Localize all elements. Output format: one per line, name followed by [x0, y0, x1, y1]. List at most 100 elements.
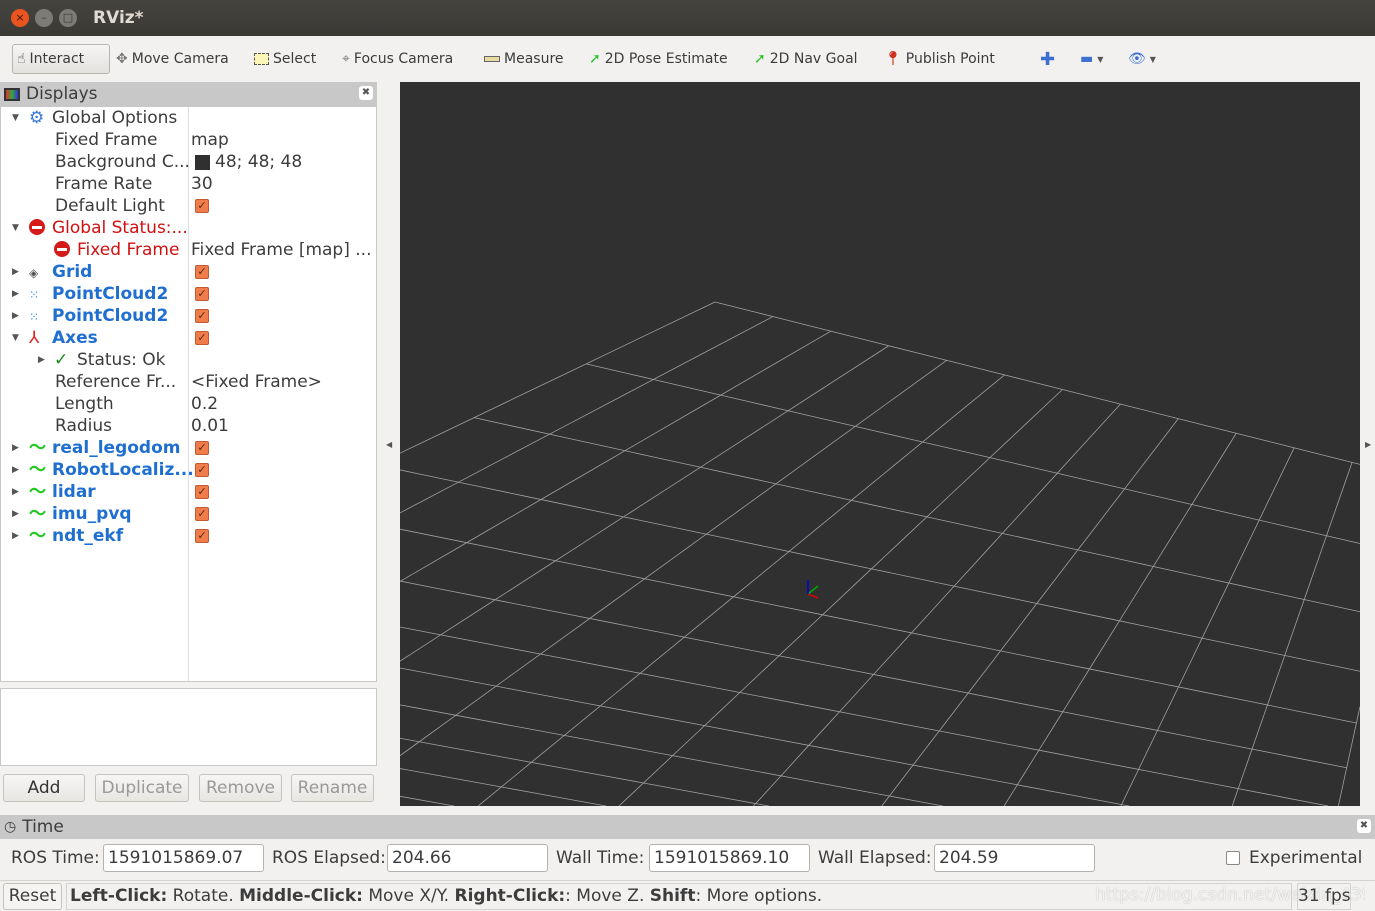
expand-right-icon[interactable]: ▶	[38, 349, 45, 371]
interact-tool[interactable]: ☝ Interact	[12, 44, 110, 74]
display-row[interactable]: ▶ 〜 ndt_ekf ✓	[1, 525, 376, 547]
focus-camera-tool[interactable]: ⌖ Focus Camera	[338, 44, 457, 74]
experimental-label: Experimental	[1249, 848, 1363, 868]
enabled-checkbox[interactable]: ✓	[195, 485, 209, 499]
select-tool[interactable]: Select	[250, 44, 320, 74]
hint-part: Right-Click:	[454, 886, 566, 906]
row-value[interactable]: 30	[191, 173, 213, 195]
reset-button[interactable]: Reset	[3, 883, 62, 910]
expand-right-icon[interactable]: ▶	[12, 481, 19, 503]
display-row[interactable]: ▼ ⚙ Global Options	[1, 107, 376, 129]
collapse-left-handle[interactable]: ◀	[386, 440, 392, 449]
row-label: Grid	[52, 262, 93, 282]
display-row[interactable]: ▶ 〜 RobotLocaliz... ✓	[1, 459, 376, 481]
enabled-checkbox[interactable]: ✓	[195, 331, 209, 345]
ros-time-field[interactable]: 1591015869.07	[103, 844, 264, 872]
remove-tool-button[interactable]: ▬ ▼	[1076, 44, 1107, 74]
display-row[interactable]: Radius 0.01	[1, 415, 376, 437]
display-row[interactable]: ▶ ✓ Status: Ok	[1, 349, 376, 371]
display-row[interactable]: Background C... 48; 48; 48	[1, 151, 376, 173]
ros-elapsed-label: ROS Elapsed:	[272, 848, 386, 868]
ros-elapsed-field[interactable]: 204.66	[387, 844, 548, 872]
row-value[interactable]: 48; 48; 48	[215, 151, 302, 173]
display-row[interactable]: Fixed Frame Fixed Frame [map] ...	[1, 239, 376, 261]
display-row[interactable]: ▶ 〜 imu_pvq ✓	[1, 503, 376, 525]
2d-nav-goal-tool[interactable]: ➚ 2D Nav Goal	[750, 44, 862, 74]
display-row[interactable]: ▶ ⁙ PointCloud2 ✓	[1, 305, 376, 327]
pointcloud-icon: ⁙	[29, 288, 40, 302]
duplicate-button[interactable]: Duplicate	[95, 774, 189, 802]
minimize-window-button[interactable]: –	[35, 9, 53, 27]
chevron-down-icon: ▼	[1149, 54, 1156, 64]
row-value[interactable]: 0.01	[191, 415, 229, 437]
add-button[interactable]: Add	[3, 774, 85, 802]
display-row[interactable]: ▶ ⁙ PointCloud2 ✓	[1, 283, 376, 305]
check-icon: ✓	[54, 350, 69, 370]
enabled-checkbox[interactable]: ✓	[195, 287, 209, 301]
wall-elapsed-field[interactable]: 204.59	[934, 844, 1095, 872]
display-row[interactable]: ▼ ⅄ Axes ✓	[1, 327, 376, 349]
hint-part: Left-Click:	[70, 886, 168, 906]
row-label: RobotLocaliz...	[52, 460, 194, 480]
3d-viewport[interactable]	[400, 82, 1360, 806]
maximize-window-button[interactable]: □	[59, 9, 77, 27]
row-value[interactable]: map	[191, 129, 229, 151]
row-value[interactable]: <Fixed Frame>	[191, 371, 322, 393]
enabled-checkbox[interactable]: ✓	[195, 441, 209, 455]
enabled-checkbox[interactable]: ✓	[195, 507, 209, 521]
row-value[interactable]: Fixed Frame [map] ...	[191, 239, 371, 261]
row-value[interactable]: 0.2	[191, 393, 218, 415]
measure-tool[interactable]: Measure	[480, 44, 568, 74]
publish-point-tool[interactable]: 📍︎ Publish Point	[880, 44, 999, 74]
display-row[interactable]: ▶ ◈ Grid ✓	[1, 261, 376, 283]
view-button[interactable]: 👁︎ ▼	[1124, 44, 1160, 74]
display-row[interactable]: Default Light ✓	[1, 195, 376, 217]
display-row[interactable]: Reference Fr... <Fixed Frame>	[1, 371, 376, 393]
color-swatch[interactable]	[195, 155, 210, 170]
enabled-checkbox[interactable]: ✓	[195, 309, 209, 323]
eye-icon: 👁︎	[1128, 51, 1146, 67]
display-row[interactable]: ▶ 〜 lidar ✓	[1, 481, 376, 503]
add-tool-button[interactable]: ✚	[1036, 44, 1059, 74]
enabled-checkbox[interactable]: ✓	[195, 199, 209, 213]
enabled-checkbox[interactable]: ✓	[195, 265, 209, 279]
move-camera-tool[interactable]: ✥ Move Camera	[112, 44, 233, 74]
display-row[interactable]: ▶ 〜 real_legodom ✓	[1, 437, 376, 459]
display-row[interactable]: Fixed Frame map	[1, 129, 376, 151]
display-row[interactable]: Length 0.2	[1, 393, 376, 415]
path-icon: 〜	[29, 526, 46, 546]
expand-right-icon[interactable]: ▶	[12, 305, 19, 327]
path-icon: 〜	[29, 482, 46, 502]
enabled-checkbox[interactable]: ✓	[195, 529, 209, 543]
expand-down-icon[interactable]: ▼	[12, 217, 19, 239]
row-label: Status: Ok	[77, 350, 166, 370]
2d-pose-estimate-tool[interactable]: ➚ 2D Pose Estimate	[585, 44, 732, 74]
collapse-right-handle[interactable]: ▶	[1365, 440, 1371, 449]
close-window-button[interactable]: ×	[11, 9, 29, 27]
experimental-checkbox[interactable]	[1226, 851, 1240, 865]
ros-time-label: ROS Time:	[11, 848, 100, 868]
time-panel-header: ◷ Time ✖	[0, 815, 1375, 839]
expand-right-icon[interactable]: ▶	[12, 459, 19, 481]
window-title: RViz*	[93, 8, 144, 28]
rename-button[interactable]: Rename	[291, 774, 374, 802]
expand-right-icon[interactable]: ▶	[12, 261, 19, 283]
expand-right-icon[interactable]: ▶	[12, 283, 19, 305]
expand-right-icon[interactable]: ▶	[12, 525, 19, 547]
display-row[interactable]: ▼ Global Status:...	[1, 217, 376, 239]
expand-right-icon[interactable]: ▶	[12, 437, 19, 459]
expand-down-icon[interactable]: ▼	[12, 107, 19, 129]
error-icon	[54, 239, 70, 261]
display-row[interactable]: Frame Rate 30	[1, 173, 376, 195]
enabled-checkbox[interactable]: ✓	[195, 463, 209, 477]
row-label: Fixed Frame	[77, 240, 180, 260]
displays-panel-header: Displays ✖	[0, 82, 377, 106]
wall-time-field[interactable]: 1591015869.10	[649, 844, 810, 872]
remove-button[interactable]: Remove	[199, 774, 282, 802]
pin-icon: 📍︎	[884, 51, 902, 67]
fps-display: 31 fps	[1297, 883, 1351, 910]
expand-right-icon[interactable]: ▶	[12, 503, 19, 525]
close-panel-button[interactable]: ✖	[359, 86, 373, 100]
expand-down-icon[interactable]: ▼	[12, 327, 19, 349]
close-time-panel-button[interactable]: ✖	[1357, 819, 1371, 833]
